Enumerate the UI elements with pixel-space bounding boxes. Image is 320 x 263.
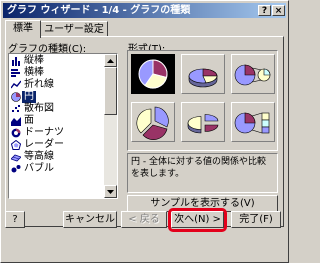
list-item-label: 等高線 bbox=[24, 151, 54, 162]
bar-chart-icon bbox=[11, 69, 20, 77]
pie-of-pie-subtype-icon bbox=[234, 64, 271, 86]
list-item-radar[interactable]: レーダー bbox=[11, 139, 104, 151]
3d-pie-subtype-icon bbox=[188, 68, 218, 88]
cancel-label: キャンセル bbox=[65, 214, 115, 225]
subtype-pie[interactable] bbox=[131, 54, 175, 94]
list-item-line[interactable]: 折れ線 bbox=[11, 79, 104, 91]
list-item-bar[interactable]: 横棒 bbox=[11, 67, 104, 79]
close-icon: × bbox=[274, 6, 283, 16]
help-icon: ? bbox=[12, 214, 18, 225]
back-button[interactable]: < 戻る bbox=[121, 211, 167, 228]
list-item-column[interactable]: 縦棒 bbox=[11, 55, 104, 67]
next-button-highlight bbox=[168, 208, 227, 232]
scroll-thumb[interactable] bbox=[104, 67, 117, 115]
title-bar[interactable]: グラフ ウィザード - 1/4 - グラフの種類 ? × bbox=[3, 3, 286, 18]
tab-standard[interactable]: 標準 bbox=[5, 20, 41, 38]
list-item-bubble[interactable]: バブル bbox=[11, 163, 104, 175]
list-item-label: 縦棒 bbox=[24, 55, 44, 66]
list-scrollbar[interactable] bbox=[104, 54, 117, 198]
list-item-label: ドーナツ bbox=[24, 127, 64, 138]
doughnut-chart-icon bbox=[11, 128, 21, 138]
list-item-label: 面 bbox=[24, 115, 34, 126]
list-item-label: 横棒 bbox=[24, 67, 44, 78]
arrow-down-icon bbox=[107, 190, 114, 194]
back-label: < 戻る bbox=[128, 214, 160, 225]
list-item-area[interactable]: 面 bbox=[11, 115, 104, 127]
bar-of-pie-subtype-icon bbox=[234, 112, 270, 134]
help-button[interactable]: ? bbox=[5, 211, 25, 228]
line-chart-icon bbox=[11, 80, 21, 89]
tab-custom[interactable]: ユーザー設定 bbox=[40, 21, 108, 37]
bubble-chart-icon bbox=[11, 165, 21, 173]
list-item-doughnut[interactable]: ドーナツ bbox=[11, 127, 104, 139]
chart-type-listbox[interactable]: 縦棒 横棒 折れ線 円 散布図 面 ドーナツ レーダー 等高線 バブル bbox=[8, 53, 118, 199]
exploded-pie-subtype-icon bbox=[136, 106, 169, 140]
finish-button[interactable]: 完了(F) bbox=[231, 211, 281, 228]
subtype-pie-of-pie[interactable] bbox=[231, 54, 275, 94]
subtype-gallery bbox=[127, 50, 278, 151]
pie-chart-icon bbox=[11, 92, 21, 102]
finish-label: 完了(F) bbox=[239, 214, 273, 225]
list-item-label: 折れ線 bbox=[24, 79, 54, 90]
exploded-3d-pie-subtype-icon bbox=[187, 114, 219, 134]
scatter-chart-icon bbox=[12, 105, 20, 112]
arrow-up-icon bbox=[107, 59, 114, 63]
subtype-bar-of-pie[interactable] bbox=[231, 102, 275, 142]
cancel-button[interactable]: キャンセル bbox=[63, 211, 117, 228]
column-chart-icon bbox=[12, 57, 20, 66]
list-item-label: 散布図 bbox=[24, 103, 54, 114]
scroll-up-button[interactable] bbox=[104, 54, 117, 67]
list-item-scatter[interactable]: 散布図 bbox=[11, 103, 104, 115]
subtype-3d-pie[interactable] bbox=[181, 54, 225, 94]
question-icon: ? bbox=[261, 6, 268, 16]
list-item-label: レーダー bbox=[24, 139, 64, 150]
tab-custom-label: ユーザー設定 bbox=[44, 24, 104, 35]
tab-standard-label: 標準 bbox=[13, 23, 33, 34]
list-item-label: 円 bbox=[22, 91, 36, 103]
subtype-exploded-pie[interactable] bbox=[131, 102, 175, 142]
close-button[interactable]: × bbox=[272, 5, 285, 16]
area-chart-icon bbox=[11, 117, 21, 126]
scroll-down-button[interactable] bbox=[104, 185, 117, 198]
window-title: グラフ ウィザード - 1/4 - グラフの種類 bbox=[7, 5, 191, 16]
surface-chart-icon bbox=[11, 154, 21, 162]
help-title-button[interactable]: ? bbox=[258, 5, 271, 16]
list-item-surface[interactable]: 等高線 bbox=[11, 151, 104, 163]
chart-wizard-dialog: グラフ ウィザード - 1/4 - グラフの種類 ? × 標準 ユーザー設定 グ… bbox=[0, 0, 289, 263]
radar-chart-icon bbox=[11, 140, 21, 150]
subtype-exploded-3d-pie[interactable] bbox=[181, 102, 225, 142]
list-item-label: バブル bbox=[24, 163, 54, 174]
list-item-pie[interactable]: 円 bbox=[11, 91, 104, 103]
pie-subtype-icon bbox=[138, 59, 168, 89]
chart-type-description: 円 - 全体に対する値の関係や比較を表します。 bbox=[127, 153, 278, 193]
